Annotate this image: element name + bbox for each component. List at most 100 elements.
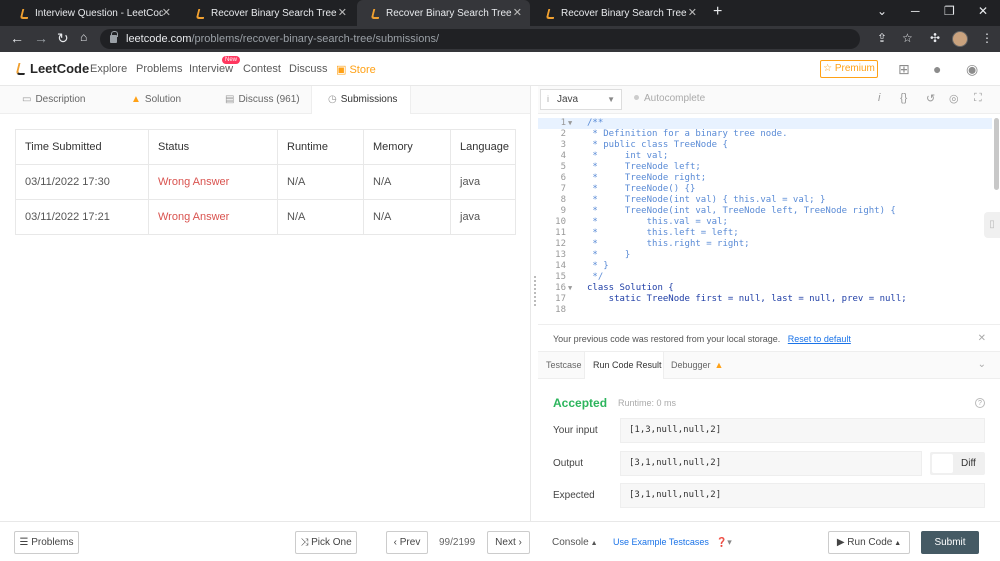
help-dropdown-icon[interactable]: ❓▾ <box>716 537 732 548</box>
code-editor[interactable]: 1 ▼/** 2 * Definition for a binary tree no… <box>538 118 992 322</box>
side-panel-icon[interactable]: ▯ <box>984 212 1000 238</box>
expected-value: [3,1,null,null,2] <box>620 483 985 508</box>
line-number: 17 <box>555 294 566 304</box>
diff-label: Diff <box>961 458 976 469</box>
problems-button[interactable]: ☰ Problems <box>14 531 79 554</box>
code-line[interactable]: 15 */ <box>538 272 992 283</box>
code-line[interactable]: 17 static TreeNode first = null, last = … <box>538 294 992 305</box>
code-line[interactable]: 13 * } <box>538 250 992 261</box>
forward-arrow-icon[interactable]: → <box>34 30 48 46</box>
pane-resize-handle[interactable] <box>530 86 538 521</box>
tab-description[interactable]: ▭ Description <box>22 86 85 114</box>
table-row: 03/11/2022 17:21 Wrong Answer N/A N/A ja… <box>15 199 516 235</box>
playground-icon[interactable]: ⊞ <box>898 61 910 78</box>
code-line[interactable]: 7 * TreeNode() {} <box>538 184 992 195</box>
fold-chevron-icon[interactable]: ▼ <box>568 118 572 129</box>
nav-interview[interactable]: Interview <box>189 63 233 75</box>
url-input[interactable]: leetcode.com/problems/recover-binary-sea… <box>100 29 860 49</box>
tab-solution[interactable]: ▲ Solution <box>131 86 181 114</box>
user-account-icon[interactable]: ◉ <box>966 61 978 78</box>
code-line[interactable]: 9 * TreeNode(int val, TreeNode left, Tre… <box>538 206 992 217</box>
chevron-down-icon[interactable]: ⌄ <box>978 359 986 370</box>
help-icon[interactable]: ? <box>975 398 985 408</box>
bookmark-star-icon[interactable]: ☆ <box>902 31 913 45</box>
premium-button[interactable]: ☆ Premium <box>820 60 878 78</box>
code-line[interactable]: 10 * this.val = val; <box>538 217 992 228</box>
store-label: Store <box>349 64 376 76</box>
reset-icon[interactable]: ↺ <box>926 92 935 105</box>
header-time-submitted: Time Submitted <box>15 129 149 165</box>
pick-one-button[interactable]: ⤨ Pick One <box>295 531 357 554</box>
close-icon[interactable]: ✕ <box>162 6 171 19</box>
expected-label: Expected <box>553 490 595 501</box>
info-icon[interactable]: i <box>878 92 880 104</box>
browser-tab[interactable]: Recover Binary Search Tree - Sub ✕ <box>182 0 355 26</box>
code-line[interactable]: 11 * this.left = left; <box>538 228 992 239</box>
home-icon[interactable]: ⌂ <box>80 30 87 44</box>
next-button[interactable]: Next › <box>487 531 530 554</box>
code-text: * } <box>587 250 631 260</box>
braces-icon[interactable]: {} <box>900 92 907 104</box>
window-close-icon[interactable]: ✕ <box>978 4 988 18</box>
tab-testcase[interactable]: Testcase <box>546 352 582 379</box>
editor-scrollbar[interactable] <box>994 118 999 190</box>
close-icon[interactable]: ✕ <box>513 6 522 19</box>
nav-discuss[interactable]: Discuss <box>289 63 328 75</box>
nav-explore[interactable]: Explore <box>90 63 127 75</box>
fold-chevron-icon[interactable]: ▼ <box>568 283 572 294</box>
tab-debugger[interactable]: Debugger ▲ <box>671 352 723 379</box>
maximize-icon[interactable]: ❐ <box>944 4 955 18</box>
line-number: 4 <box>560 151 566 161</box>
code-line[interactable]: 16 ▼ class Solution { <box>538 283 992 294</box>
tab-search-chevron-icon[interactable]: ⌄ <box>877 4 887 18</box>
leetcode-logo[interactable]: LeetCode <box>14 61 89 76</box>
store-icon: ▣ <box>336 64 350 76</box>
fullscreen-icon[interactable]: ⛶ <box>974 92 982 105</box>
tab-run-code-result[interactable]: Run Code Result <box>584 352 664 379</box>
close-icon[interactable]: ✕ <box>978 325 986 353</box>
code-line[interactable]: 14 * } <box>538 261 992 272</box>
notification-bell-icon[interactable]: ● <box>933 61 941 77</box>
nav-problems[interactable]: Problems <box>136 63 182 75</box>
nav-contest[interactable]: Contest <box>243 63 281 75</box>
autocomplete-toggle[interactable]: Autocomplete <box>634 93 705 104</box>
tab-discuss[interactable]: ▤ Discuss (961) <box>225 86 300 114</box>
reload-icon[interactable]: ↻ <box>57 30 69 47</box>
kebab-menu-icon[interactable]: ⋮ <box>981 31 993 45</box>
code-line[interactable]: 8 * TreeNode(int val) { this.val = val; … <box>538 195 992 206</box>
code-line[interactable]: 12 * this.right = right; <box>538 239 992 250</box>
code-line[interactable]: 4 * int val; <box>538 151 992 162</box>
share-icon[interactable]: ⇪ <box>877 31 887 45</box>
submit-button[interactable]: Submit <box>921 531 979 554</box>
profile-avatar[interactable] <box>952 31 968 47</box>
code-line[interactable]: 18 <box>538 305 992 316</box>
tab-submissions[interactable]: ◷ Submissions <box>311 86 411 114</box>
browser-tab[interactable]: Interview Question - LeetCode D ✕ <box>6 0 179 26</box>
prev-button[interactable]: ‹ Prev <box>386 531 428 554</box>
run-code-button[interactable]: ▶ Run Code ▲ <box>828 531 910 554</box>
browser-tab[interactable]: Recover Binary Search Tree - Sub ✕ <box>532 0 705 26</box>
code-line[interactable]: 3 * public class TreeNode { <box>538 140 992 151</box>
cell-status-link[interactable]: Wrong Answer <box>148 164 278 200</box>
new-tab-plus-icon[interactable]: + <box>713 3 722 21</box>
nav-store[interactable]: ▣ Store <box>336 63 376 76</box>
cell-status-link[interactable]: Wrong Answer <box>148 199 278 235</box>
settings-icon[interactable]: ◎ <box>949 92 959 105</box>
code-line[interactable]: 2 * Definition for a binary tree node. <box>538 129 992 140</box>
back-arrow-icon[interactable]: ← <box>10 30 24 46</box>
code-line[interactable]: 1 ▼ /** <box>538 118 992 129</box>
code-line[interactable]: 5 * TreeNode left; <box>538 162 992 173</box>
diff-toggle[interactable]: Diff <box>930 452 985 475</box>
code-line[interactable]: 6 * TreeNode right; <box>538 173 992 184</box>
browser-tab-active[interactable]: Recover Binary Search Tree - Leet ✕ <box>357 0 530 26</box>
language-select[interactable]: i Java ▼ <box>540 89 622 110</box>
your-input-label: Your input <box>553 425 598 436</box>
close-icon[interactable]: ✕ <box>688 6 697 19</box>
lock-icon: ▲ <box>131 94 141 105</box>
minimize-icon[interactable]: ─ <box>911 4 920 18</box>
console-toggle[interactable]: Console ▲ <box>552 537 598 548</box>
extensions-puzzle-icon[interactable]: ✣ <box>930 31 940 45</box>
close-icon[interactable]: ✕ <box>338 6 347 19</box>
use-example-testcases-link[interactable]: Use Example Testcases <box>613 537 709 547</box>
reset-to-default-link[interactable]: Reset to default <box>788 334 851 344</box>
